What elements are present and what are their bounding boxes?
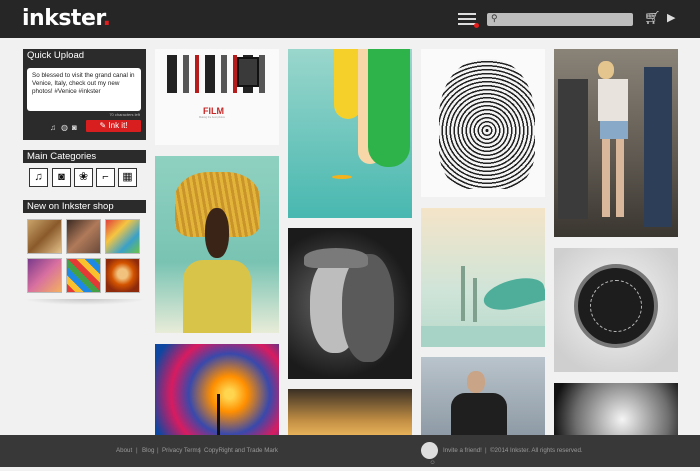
shirt-image [451,393,507,435]
shoe-icon: ⌐ [102,171,109,183]
photo-tile-giraffes[interactable] [421,208,545,347]
photo-tile-street[interactable] [554,49,678,237]
shop-item[interactable] [66,258,101,293]
fashion-category-button[interactable]: ⌐ [96,168,115,187]
footer-link-blog[interactable]: Blog [142,447,154,454]
cart-icon[interactable]: 🛒︎ [644,10,661,26]
copyright-text: ©2014 Inkster. All rights reserved. [490,447,583,454]
face-right-image [342,254,394,362]
photo-tile-film[interactable]: FILM Making the best photos [155,49,279,145]
photo-tile-faces[interactable] [288,228,412,379]
lion-drawing [439,59,535,189]
film-subtitle: Making the best photos [199,116,225,119]
shop-item[interactable] [27,258,62,293]
ink-it-button[interactable]: ✎ Ink it! [86,120,141,132]
play-icon[interactable]: ▶ [667,11,675,24]
user-icon: ☺ [429,459,436,466]
giraffe-shape [461,266,465,321]
top-image [598,79,628,121]
avatar[interactable]: ☺ [421,442,438,466]
footer-link-privacy[interactable]: Privacy Terms [162,447,201,454]
person-right-image [644,67,672,227]
lid-emblem [590,280,642,332]
top-bar: inkster. ⚲ 🛒︎ ▶ [0,0,700,38]
logo-text: inkster [22,6,103,31]
spill-shape [332,175,352,179]
char-counter: 70 characters left [109,112,140,117]
photo-category-button[interactable]: ◙ [52,168,71,187]
music-icon: ♫ [34,171,43,183]
film-reel-icon: ❀ [78,171,89,183]
tree-shape [480,272,545,316]
quick-upload-panel: So blessed to visit the grand canal in V… [23,62,146,140]
search-icon: ⚲ [491,13,498,23]
music-icon[interactable]: ♫ [50,123,56,132]
photo-tile-ribbon[interactable] [554,383,678,435]
film-title: FILM [203,106,224,116]
yellow-dress-image [183,260,251,333]
footer: About | Blog | Privacy Terms | CopyRight… [0,435,700,467]
notification-badge [474,23,479,28]
cap-image [304,248,368,268]
shop-item[interactable] [66,219,101,254]
footer-separator: | [136,447,138,454]
shop-item[interactable] [105,258,140,293]
music-category-button[interactable]: ♫ [29,168,48,187]
footer-link-about[interactable]: About [116,447,132,454]
logo-dot: . [102,6,111,31]
ink-it-label: Ink it! [108,121,128,130]
shop-item[interactable] [105,219,140,254]
shop-title: New on Inkster shop [23,200,146,213]
footer-separator: | [157,447,159,454]
globe-icon[interactable]: ◍ [61,123,68,132]
green-shape [368,49,410,167]
lamp-post-image [217,394,220,435]
notebook-image [237,57,259,87]
shorts-image [600,121,628,139]
upload-textarea[interactable]: So blessed to visit the grand canal in V… [27,68,141,111]
legs-image [602,139,624,217]
logo[interactable]: inkster. [22,6,111,31]
main-categories-title: Main Categories [23,150,146,163]
shop-item[interactable] [27,219,62,254]
photo-tile-landscape[interactable] [288,389,412,435]
head-image [467,371,485,393]
photo-tile-cupcakes[interactable] [554,248,678,372]
ground-shape [421,326,545,347]
camera-icon: ◙ [58,171,65,183]
quick-upload-title: Quick Upload [23,49,146,62]
footer-separator: | [485,447,487,454]
tin-lid-image [574,264,658,348]
clapperboard-icon: ▦ [122,171,133,183]
film-category-button[interactable]: ❀ [74,168,93,187]
photo-tile-man[interactable] [421,357,545,435]
photo-tile-painting[interactable] [155,344,279,435]
footer-separator: | [199,447,201,454]
photo-tile-lion[interactable] [421,49,545,197]
camera-icon[interactable]: ◙ [72,123,77,132]
footer-link-copyright[interactable]: CopyRight and Trade Mark [204,447,278,454]
giraffe-shape [473,278,477,322]
face-image [205,208,229,258]
invite-friend-link[interactable]: Invite a friend! [443,447,482,454]
video-category-button[interactable]: ▦ [118,168,137,187]
person-left-image [558,79,588,219]
panel-shadow [23,299,146,305]
photo-tile-portrait[interactable] [155,156,279,333]
menu-icon[interactable] [458,13,479,28]
head-image [598,61,614,79]
photo-tile-3d-art[interactable] [288,49,412,218]
search-input[interactable] [487,13,633,26]
